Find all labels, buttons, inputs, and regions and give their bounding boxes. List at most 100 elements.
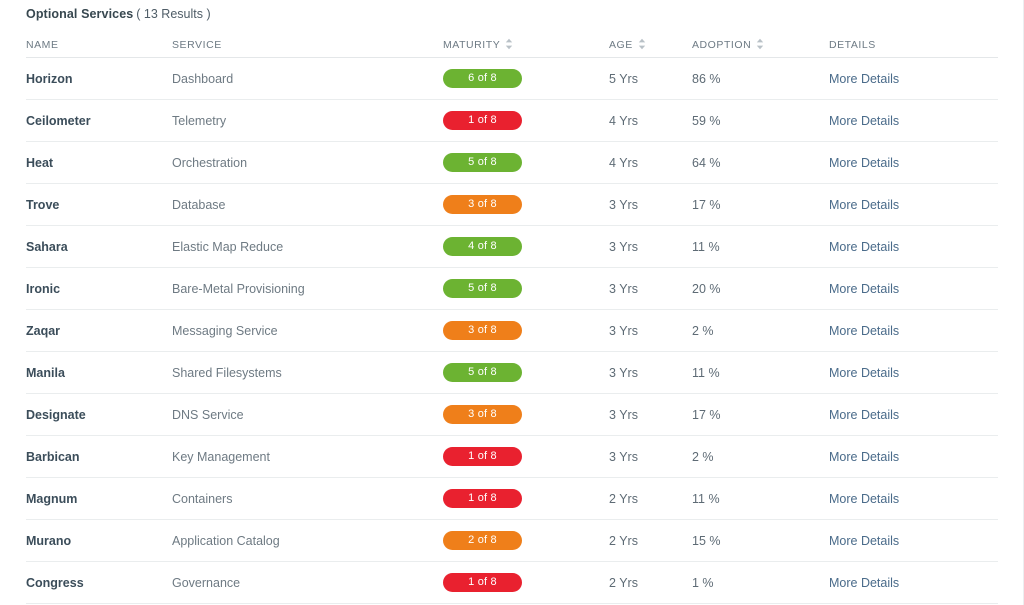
cell-adoption-text: 11 % <box>692 239 720 254</box>
more-details-link[interactable]: More Details <box>829 156 899 170</box>
cell-service-text: Dashboard <box>172 71 234 86</box>
cell-service-text: Application Catalog <box>172 533 280 548</box>
sort-updown-icon[interactable] <box>638 38 646 50</box>
more-details-link[interactable]: More Details <box>829 240 899 254</box>
cell-name: Trove <box>26 183 172 226</box>
cell-maturity: 5 of 8 <box>443 351 609 394</box>
more-details-link[interactable]: More Details <box>829 324 899 338</box>
cell-maturity: 1 of 8 <box>443 435 609 478</box>
cell-service: Application Catalog <box>172 519 443 562</box>
cell-service: Messaging Service <box>172 309 443 352</box>
cell-details: More Details <box>829 561 998 604</box>
maturity-badge: 5 of 8 <box>443 363 522 382</box>
cell-service: Governance <box>172 561 443 604</box>
cell-maturity: 2 of 8 <box>443 519 609 562</box>
maturity-badge: 6 of 8 <box>443 69 522 88</box>
cell-name-text: Horizon <box>26 71 73 86</box>
cell-name: Magnum <box>26 477 172 520</box>
column-header-service: SERVICE <box>172 32 443 58</box>
cell-service: Telemetry <box>172 99 443 142</box>
cell-age-text: 3 Yrs <box>609 407 638 422</box>
cell-adoption-text: 20 % <box>692 281 721 296</box>
cell-adoption-text: 86 % <box>692 71 721 86</box>
column-header-name-label: NAME <box>26 38 59 51</box>
cell-adoption-text: 17 % <box>692 197 721 212</box>
table-header-row: NAME SERVICE MATURITY AGE ADOPTION DETAI… <box>26 32 998 58</box>
cell-name: Sahara <box>26 225 172 268</box>
cell-adoption-text: 64 % <box>692 155 721 170</box>
cell-age-text: 3 Yrs <box>609 365 638 380</box>
cell-name: Congress <box>26 561 172 604</box>
maturity-badge: 3 of 8 <box>443 195 522 214</box>
cell-service-text: Key Management <box>172 449 270 464</box>
cell-details: More Details <box>829 519 998 562</box>
column-header-details: DETAILS <box>829 32 998 58</box>
table-row: Sahara Elastic Map Reduce 4 of 8 3 Yrs 11 % M… <box>26 225 998 268</box>
column-header-maturity[interactable]: MATURITY <box>443 32 609 58</box>
cell-maturity: 5 of 8 <box>443 267 609 310</box>
table-row: Heat Orchestration 5 of 8 4 Yrs 64 % More Det… <box>26 141 998 184</box>
column-header-age[interactable]: AGE <box>609 32 692 58</box>
cell-age-text: 3 Yrs <box>609 239 638 254</box>
cell-age: 3 Yrs <box>609 393 692 436</box>
cell-maturity: 5 of 8 <box>443 141 609 184</box>
cell-adoption: 17 % <box>692 183 829 226</box>
more-details-link[interactable]: More Details <box>829 72 899 86</box>
cell-details: More Details <box>829 183 998 226</box>
cell-name: Murano <box>26 519 172 562</box>
cell-service-text: Messaging Service <box>172 323 278 338</box>
more-details-link[interactable]: More Details <box>829 366 899 380</box>
column-header-age-label: AGE <box>609 38 633 51</box>
cell-maturity: 6 of 8 <box>443 57 609 100</box>
cell-age-text: 3 Yrs <box>609 323 638 338</box>
sort-updown-icon[interactable] <box>756 38 764 50</box>
more-details-link[interactable]: More Details <box>829 492 899 506</box>
table-row: Designate DNS Service 3 of 8 3 Yrs 17 % More … <box>26 393 998 436</box>
cell-maturity: 1 of 8 <box>443 477 609 520</box>
more-details-link[interactable]: More Details <box>829 282 899 296</box>
cell-name: Ceilometer <box>26 99 172 142</box>
cell-name: Barbican <box>26 435 172 478</box>
cell-details: More Details <box>829 141 998 184</box>
cell-adoption: 11 % <box>692 477 829 520</box>
cell-age: 4 Yrs <box>609 99 692 142</box>
cell-age-text: 3 Yrs <box>609 281 638 296</box>
cell-service-text: Containers <box>172 491 233 506</box>
cell-name-text: Ironic <box>26 281 61 296</box>
maturity-badge: 5 of 8 <box>443 153 522 172</box>
cell-service-text: Elastic Map Reduce <box>172 239 284 254</box>
column-header-maturity-label: MATURITY <box>443 38 501 51</box>
cell-age: 2 Yrs <box>609 519 692 562</box>
cell-age-text: 4 Yrs <box>609 113 638 128</box>
cell-maturity: 3 of 8 <box>443 309 609 352</box>
services-table: NAME SERVICE MATURITY AGE ADOPTION DETAI… <box>26 32 998 604</box>
cell-adoption-text: 59 % <box>692 113 721 128</box>
cell-age-text: 3 Yrs <box>609 449 638 464</box>
cell-service-text: Bare-Metal Provisioning <box>172 281 305 296</box>
cell-service: Database <box>172 183 443 226</box>
cell-adoption: 2 % <box>692 435 829 478</box>
more-details-link[interactable]: More Details <box>829 408 899 422</box>
cell-adoption: 20 % <box>692 267 829 310</box>
more-details-link[interactable]: More Details <box>829 114 899 128</box>
page-title: Optional Services( 13 Results ) <box>26 6 211 22</box>
cell-adoption: 1 % <box>692 561 829 604</box>
more-details-link[interactable]: More Details <box>829 534 899 548</box>
table-row: Trove Database 3 of 8 3 Yrs 17 % More Details <box>26 183 998 226</box>
maturity-badge: 1 of 8 <box>443 111 522 130</box>
more-details-link[interactable]: More Details <box>829 450 899 464</box>
cell-details: More Details <box>829 225 998 268</box>
cell-name: Heat <box>26 141 172 184</box>
column-header-adoption[interactable]: ADOPTION <box>692 32 829 58</box>
more-details-link[interactable]: More Details <box>829 576 899 590</box>
table-row: Congress Governance 1 of 8 2 Yrs 1 % More Det… <box>26 561 998 604</box>
cell-name: Ironic <box>26 267 172 310</box>
cell-service-text: Telemetry <box>172 113 227 128</box>
cell-age: 2 Yrs <box>609 561 692 604</box>
cell-adoption: 86 % <box>692 57 829 100</box>
cell-details: More Details <box>829 351 998 394</box>
table-row: Ironic Bare-Metal Provisioning 5 of 8 3 Yrs… <box>26 267 998 310</box>
more-details-link[interactable]: More Details <box>829 198 899 212</box>
cell-adoption: 15 % <box>692 519 829 562</box>
sort-updown-icon[interactable] <box>505 38 513 50</box>
